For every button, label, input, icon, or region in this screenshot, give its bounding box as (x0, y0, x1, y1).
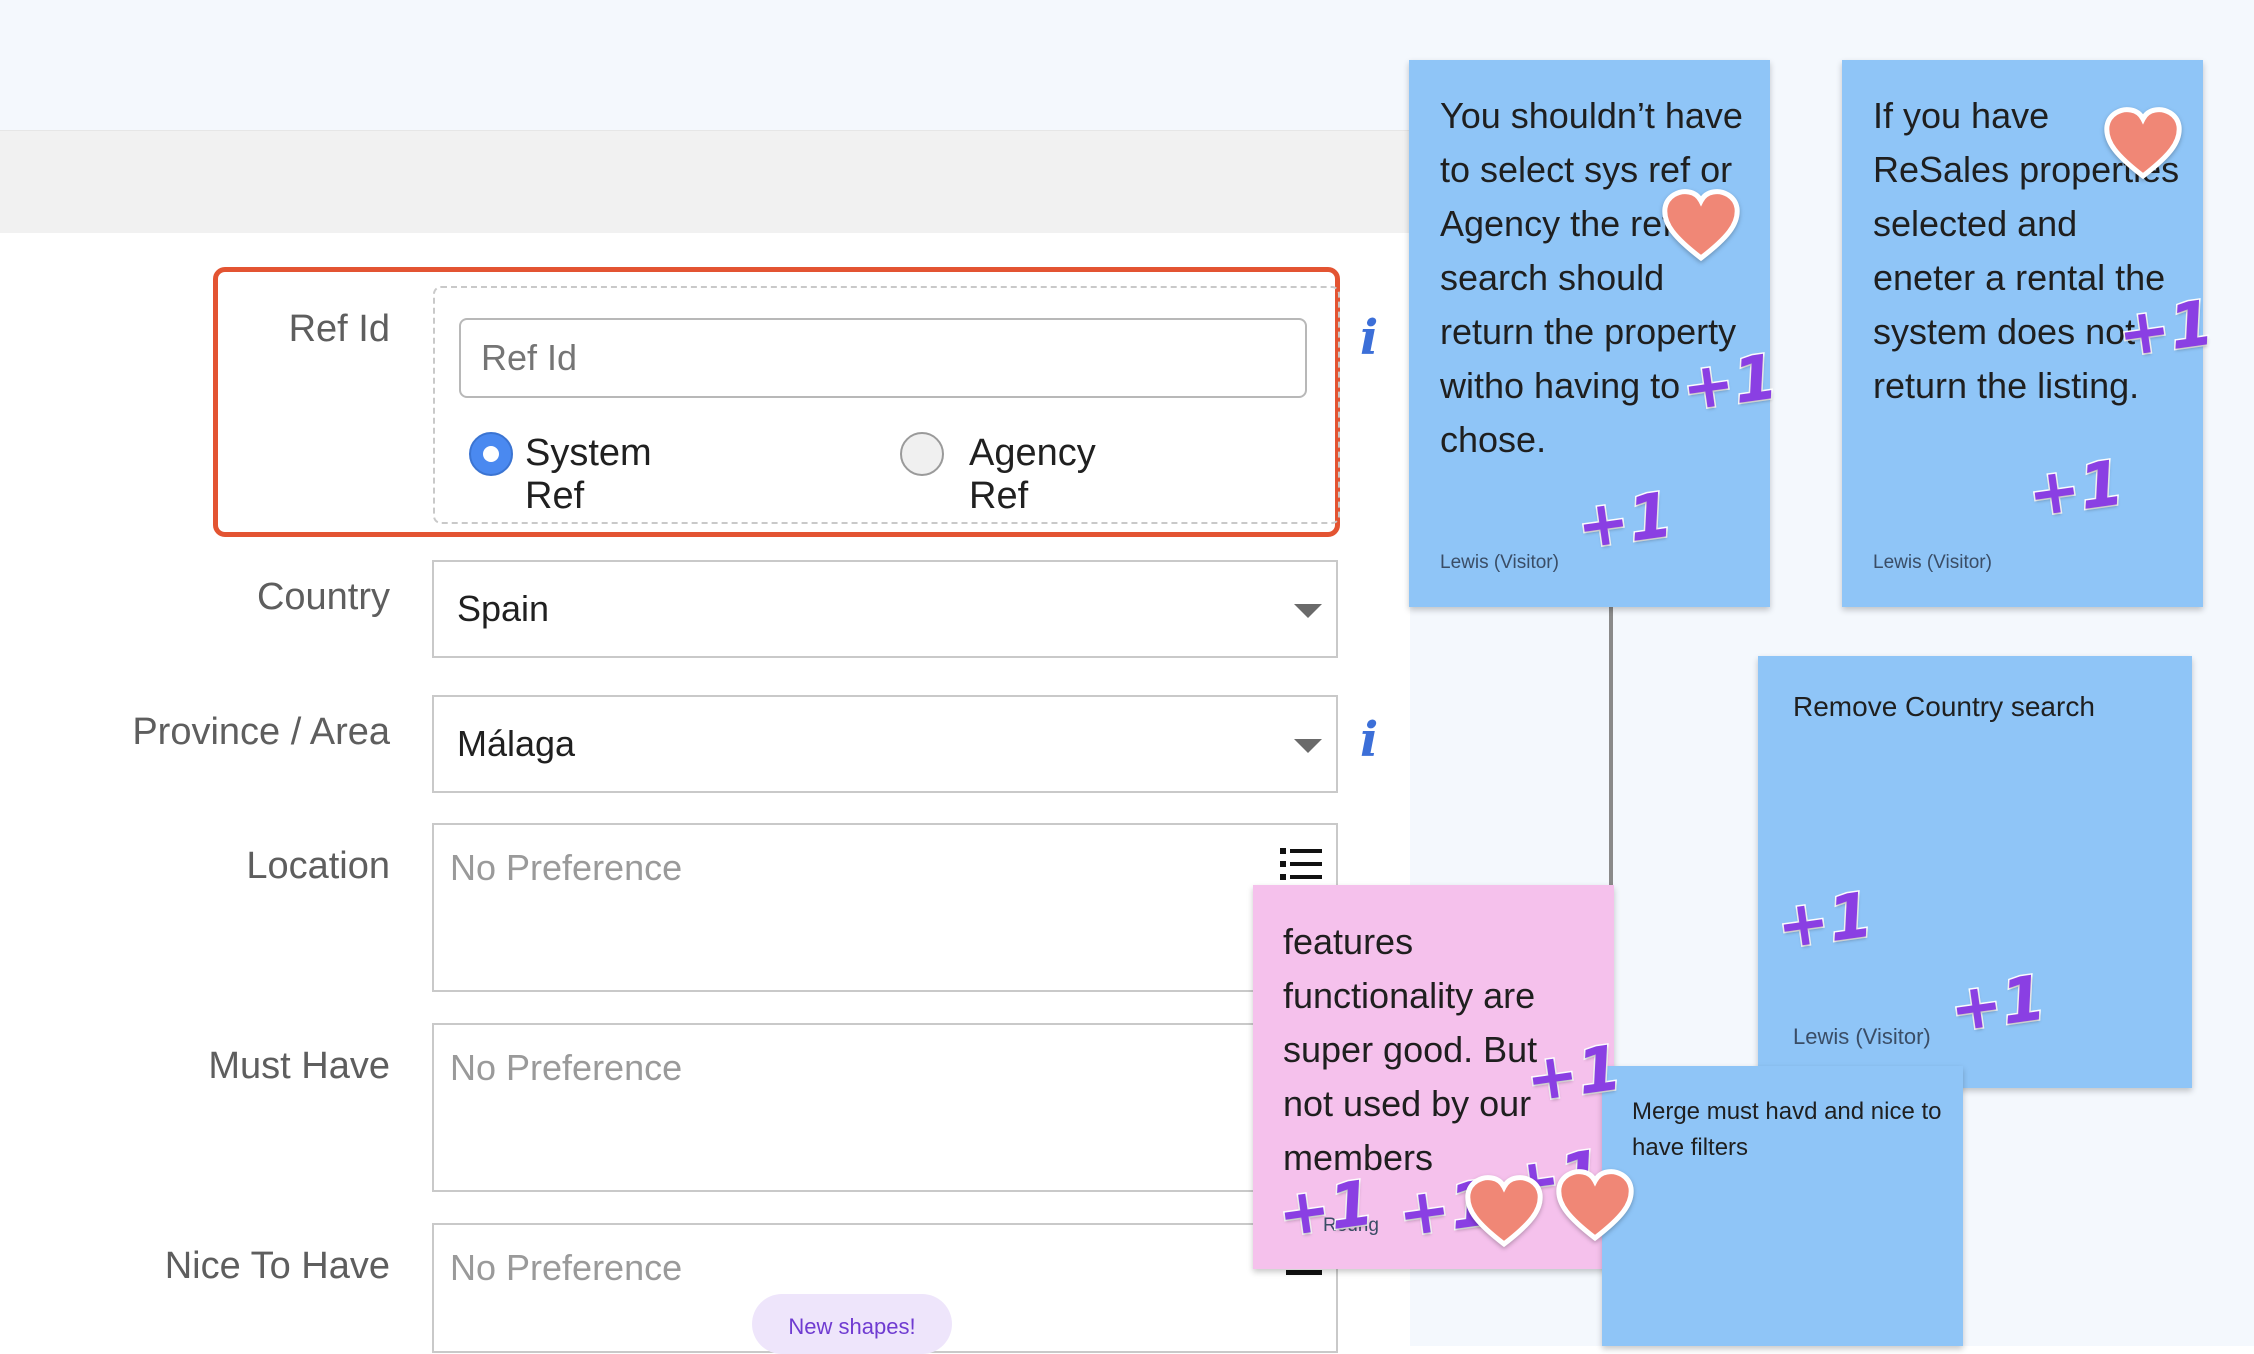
location-placeholder: No Preference (450, 847, 683, 888)
sticky-note-author: Lewis (Visitor) (1793, 1024, 1931, 1049)
heart-reaction-icon[interactable] (1464, 1174, 1544, 1248)
province-select[interactable]: Málaga (432, 695, 1338, 793)
province-label: Province / Area (132, 711, 390, 753)
agency-ref-label[interactable]: Agency Ref (969, 432, 1096, 518)
heart-reaction-icon[interactable] (1661, 188, 1741, 262)
province-value: Málaga (457, 723, 576, 764)
plus-one-reaction[interactable]: +1 (2112, 284, 2219, 373)
plus-one-reaction[interactable]: +1 (1771, 876, 1878, 965)
sticky-note-text: Remove Country search (1793, 691, 2095, 722)
plus-one-reaction[interactable]: +1 (1520, 1029, 1627, 1118)
list-icon[interactable] (1280, 846, 1322, 882)
province-info-icon[interactable]: i (1360, 712, 1378, 768)
nice-to-have-label: Nice To Have (164, 1245, 390, 1287)
sticky-note-author: Lewis (Visitor) (1440, 552, 1559, 573)
sticky-note-merge-filters[interactable]: Merge must havd and nice to have filters (1602, 1066, 1963, 1346)
new-shapes-pill[interactable]: New shapes! (752, 1294, 952, 1354)
ref-id-info-icon[interactable]: i (1360, 310, 1378, 366)
plus-one-reaction[interactable]: +1 (1272, 1164, 1379, 1253)
plus-one-reaction[interactable]: +1 (2022, 444, 2129, 533)
must-have-label: Must Have (208, 1045, 390, 1087)
chevron-down-icon (1294, 739, 1322, 753)
heart-reaction-icon[interactable] (1555, 1168, 1635, 1242)
sticky-note-author: Lewis (Visitor) (1873, 552, 1992, 573)
country-select[interactable]: Spain (432, 560, 1338, 658)
location-field[interactable]: No Preference (432, 823, 1338, 992)
must-have-field[interactable]: No Preference (432, 1023, 1338, 1192)
agency-ref-radio[interactable] (900, 432, 944, 476)
connector-line (1609, 605, 1613, 885)
country-label: Country (256, 576, 390, 618)
must-have-placeholder: No Preference (450, 1047, 683, 1088)
ref-id-label: Ref Id (288, 308, 390, 350)
sticky-note-text: Merge must havd and nice to have filters (1632, 1098, 1942, 1161)
plus-one-reaction[interactable]: +1 (1571, 476, 1678, 565)
location-label: Location (246, 845, 390, 887)
ref-id-input[interactable] (459, 318, 1307, 398)
system-ref-label[interactable]: System Ref (525, 432, 652, 518)
plus-one-reaction[interactable]: +1 (1944, 959, 2051, 1048)
plus-one-reaction[interactable]: +1 (1676, 338, 1783, 427)
country-value: Spain (457, 588, 550, 629)
heart-reaction-icon[interactable] (2103, 106, 2183, 180)
list-icon-partial (1286, 1270, 1322, 1275)
system-ref-radio[interactable] (469, 432, 513, 476)
nice-to-have-placeholder: No Preference (450, 1247, 683, 1288)
chevron-down-icon (1294, 604, 1322, 618)
